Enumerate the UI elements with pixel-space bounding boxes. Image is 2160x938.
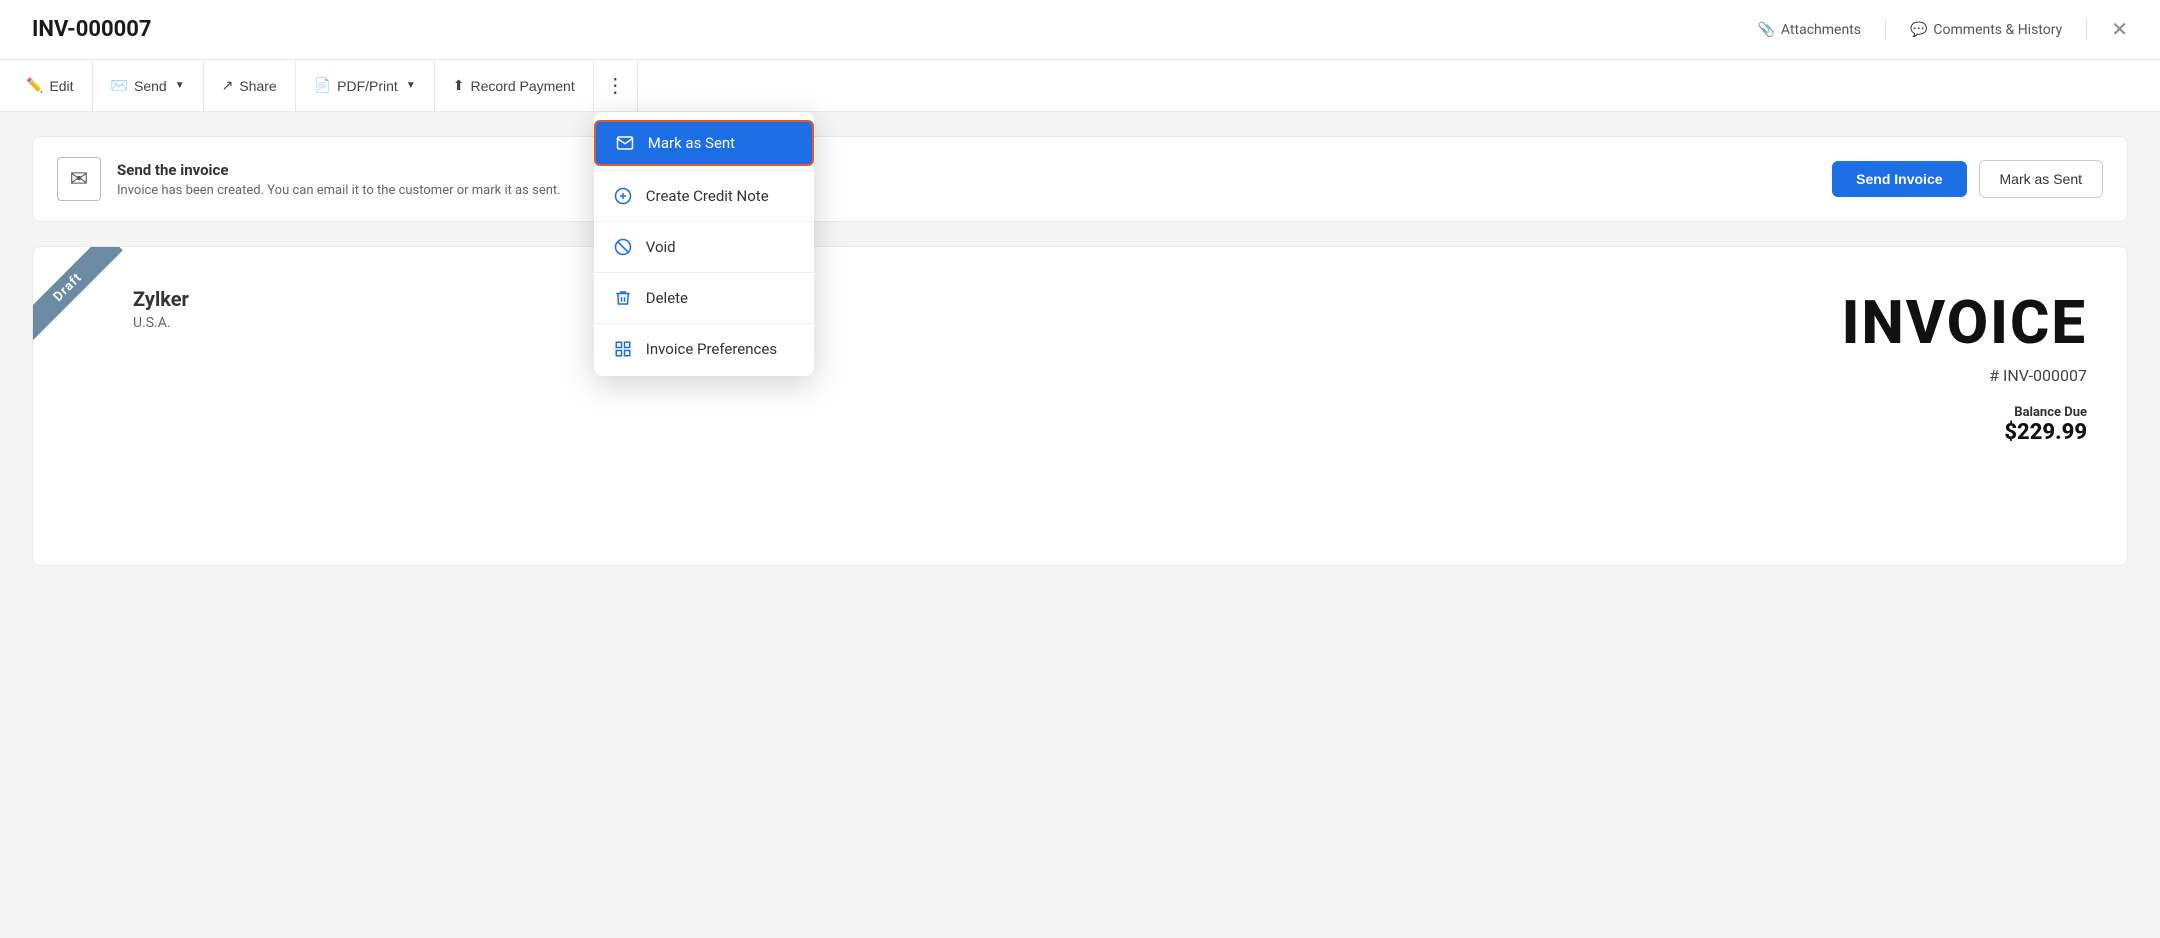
invoice-preview: Draft Zylker U.S.A. INVOICE # INV-000007… (32, 246, 2128, 566)
create-credit-note-item[interactable]: Create Credit Note (594, 175, 814, 217)
alert-description: Invoice has been created. You can email … (117, 183, 561, 198)
invoice-heading: INVOICE (1842, 287, 2087, 358)
mark-as-sent-button[interactable]: Mark as Sent (1979, 160, 2103, 198)
preferences-icon (614, 340, 634, 358)
mark-sent-icon (616, 134, 636, 152)
more-button[interactable]: ⋮ (594, 60, 638, 112)
mark-as-sent-item[interactable]: Mark as Sent (594, 120, 814, 166)
invoice-preferences-item[interactable]: Invoice Preferences (594, 328, 814, 370)
paperclip-icon: 📎 (1757, 22, 1774, 38)
void-label: Void (646, 238, 676, 256)
more-button-container: ⋮ Mark as Sent (594, 60, 638, 112)
pdf-caret-icon: ▼ (406, 80, 416, 91)
comments-history-label: Comments & History (1933, 22, 2062, 38)
balance-due-amount: $229.99 (1842, 420, 2087, 445)
payment-icon: ⬆ (453, 77, 465, 94)
pdfprint-label: PDF/Print (337, 78, 398, 94)
record-payment-button[interactable]: ⬆ Record Payment (435, 60, 594, 112)
page-title: INV-000007 (32, 17, 151, 42)
close-button[interactable]: ✕ (2111, 20, 2128, 40)
send-button[interactable]: ✉️ Send ▼ (93, 60, 204, 112)
header-divider (1885, 20, 1886, 40)
pdf-icon: 📄 (314, 77, 331, 94)
share-label: Share (239, 78, 276, 94)
send-icon: ✉️ (111, 77, 128, 94)
record-payment-label: Record Payment (470, 78, 574, 94)
share-icon: ↗ (222, 77, 234, 94)
attachments-label: Attachments (1781, 22, 1861, 38)
alert-title: Send the invoice (117, 161, 561, 179)
delete-item[interactable]: Delete (594, 277, 814, 319)
send-label: Send (134, 78, 167, 94)
balance-due-label: Balance Due (1842, 405, 2087, 420)
void-icon (614, 238, 634, 256)
comment-icon: 💬 (1910, 22, 1927, 38)
alert-left: ✉ Send the invoice Invoice has been crea… (57, 157, 561, 201)
credit-note-icon (614, 187, 634, 205)
dropdown-divider-3 (594, 272, 814, 273)
create-credit-note-label: Create Credit Note (646, 187, 769, 205)
share-button[interactable]: ↗ Share (204, 60, 296, 112)
main-content: ✉ Send the invoice Invoice has been crea… (0, 112, 2160, 590)
draft-ribbon: Draft (33, 247, 123, 342)
pdf-print-button[interactable]: 📄 PDF/Print ▼ (296, 60, 435, 112)
invoice-heading-area: INVOICE # INV-000007 Balance Due $229.99 (1842, 287, 2087, 445)
delete-icon (614, 289, 634, 307)
attachments-link[interactable]: 📎 Attachments (1757, 22, 1861, 38)
more-dropdown-menu: Mark as Sent Create Credit Note (594, 112, 814, 376)
invoice-preferences-label: Invoice Preferences (646, 340, 777, 358)
comments-history-link[interactable]: 💬 Comments & History (1910, 22, 2062, 38)
void-item[interactable]: Void (594, 226, 814, 268)
send-invoice-button[interactable]: Send Invoice (1832, 161, 1966, 197)
page-header: INV-000007 📎 Attachments 💬 Comments & Hi… (0, 0, 2160, 60)
pencil-icon: ✏️ (26, 77, 43, 94)
send-caret-icon: ▼ (175, 80, 185, 91)
header-divider-2 (2086, 20, 2087, 40)
envelope-icon: ✉ (57, 157, 101, 201)
toolbar: ✏️ Edit ✉️ Send ▼ ↗ Share 📄 PDF/Print ▼ … (0, 60, 2160, 112)
header-actions: 📎 Attachments 💬 Comments & History ✕ (1757, 20, 2128, 40)
invoice-number: # INV-000007 (1842, 366, 2087, 385)
edit-button[interactable]: ✏️ Edit (8, 60, 93, 112)
alert-text: Send the invoice Invoice has been create… (117, 161, 561, 198)
draft-ribbon-container: Draft (33, 247, 153, 367)
edit-label: Edit (49, 78, 73, 94)
delete-label: Delete (646, 289, 688, 307)
dropdown-divider-2 (594, 221, 814, 222)
invoice-body: Zylker U.S.A. INVOICE # INV-000007 Balan… (73, 287, 2087, 445)
dropdown-divider-4 (594, 323, 814, 324)
dropdown-divider-1 (594, 170, 814, 171)
mark-as-sent-label: Mark as Sent (648, 134, 735, 152)
alert-actions: Send Invoice Mark as Sent (1832, 160, 2103, 198)
send-invoice-banner: ✉ Send the invoice Invoice has been crea… (32, 136, 2128, 222)
